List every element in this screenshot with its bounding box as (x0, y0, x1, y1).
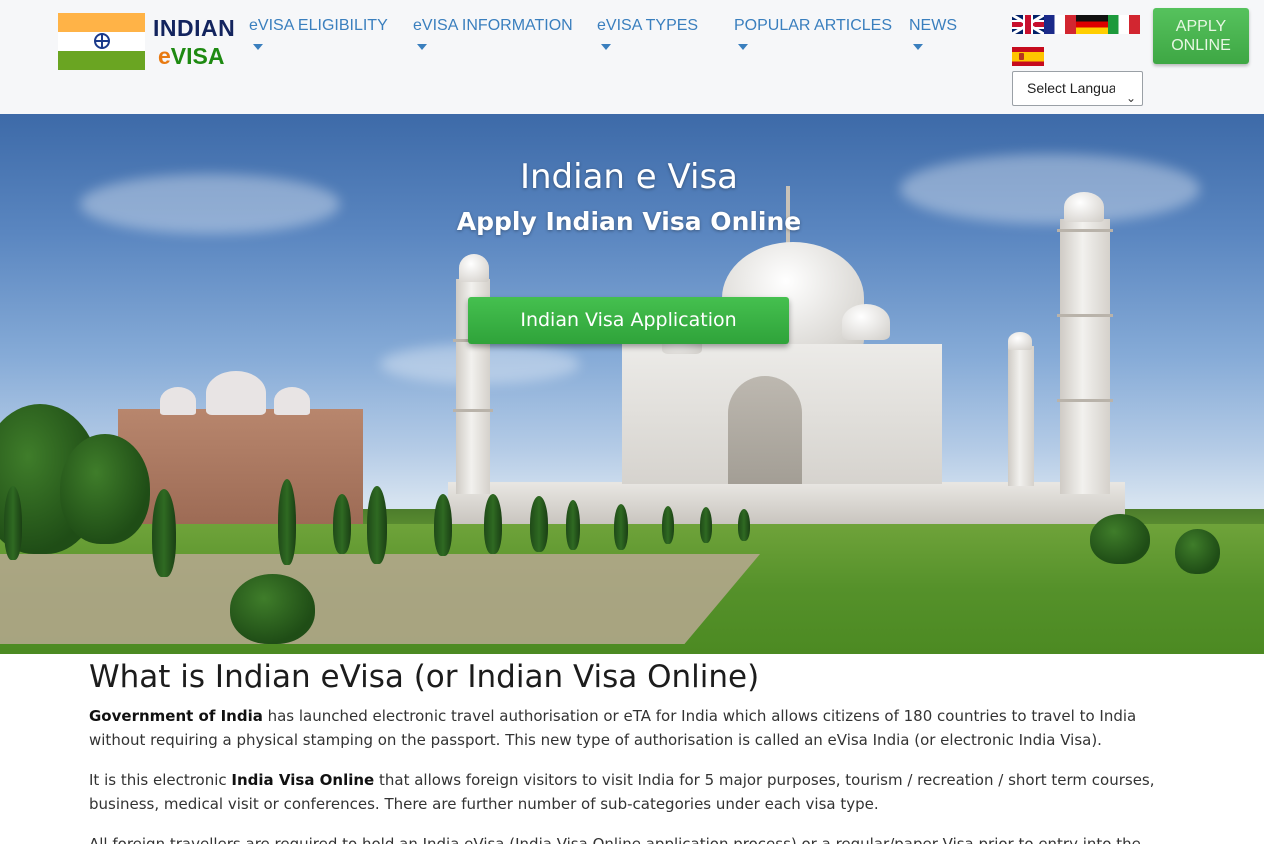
indian-visa-application-button[interactable]: Indian Visa Application (468, 297, 789, 344)
flag-french-icon[interactable] (1044, 15, 1076, 34)
chevron-down-icon (913, 44, 923, 50)
nav-evisa-eligibility[interactable]: eVISA ELIGIBILITY (249, 17, 388, 50)
flag-german-icon[interactable] (1076, 15, 1108, 34)
nav-news[interactable]: NEWS (909, 17, 957, 50)
chevron-down-icon (738, 44, 748, 50)
main-content: What is Indian eVisa (or Indian Visa Onl… (89, 654, 1169, 844)
site-header: INDIAN eVISA eVISA ELIGIBILITY eVISA INF… (0, 0, 1264, 114)
language-select[interactable]: Select Language ⌄ (1012, 71, 1143, 106)
purposes-paragraph: It is this electronic India Visa Online … (89, 771, 1155, 813)
logo-text-evisa: eVISA (158, 43, 225, 69)
chevron-down-icon (601, 44, 611, 50)
chevron-down-icon (253, 44, 263, 50)
hero-subtitle: Apply Indian Visa Online (456, 207, 802, 236)
flag-italian-icon[interactable] (1108, 15, 1140, 34)
page-heading: What is Indian eVisa (or Indian Visa Onl… (89, 659, 760, 695)
hero-title: Indian e Visa (519, 157, 739, 197)
ashoka-chakra-icon (94, 33, 110, 49)
hero-banner: Indian e Visa Apply Indian Visa Online I… (0, 114, 1264, 654)
nav-evisa-types[interactable]: eVISA TYPES (597, 17, 698, 50)
nav-evisa-information[interactable]: eVISA INFORMATION (413, 17, 573, 50)
chevron-down-icon: ⌄ (1125, 91, 1136, 105)
flag-english-icon[interactable] (1012, 15, 1044, 34)
site-logo[interactable]: INDIAN eVISA (58, 13, 238, 71)
requirements-paragraph: All foreign travellers are required to h… (89, 835, 1141, 844)
intro-paragraph: Government of India has launched electro… (89, 707, 1137, 749)
flag-spanish-icon[interactable] (1012, 47, 1044, 66)
nav-popular-articles[interactable]: POPULAR ARTICLES (734, 17, 892, 50)
logo-text-indian: INDIAN (153, 15, 236, 41)
chevron-down-icon (417, 44, 427, 50)
apply-online-button[interactable]: APPLY ONLINE (1153, 8, 1249, 64)
india-flag-icon (58, 13, 145, 70)
